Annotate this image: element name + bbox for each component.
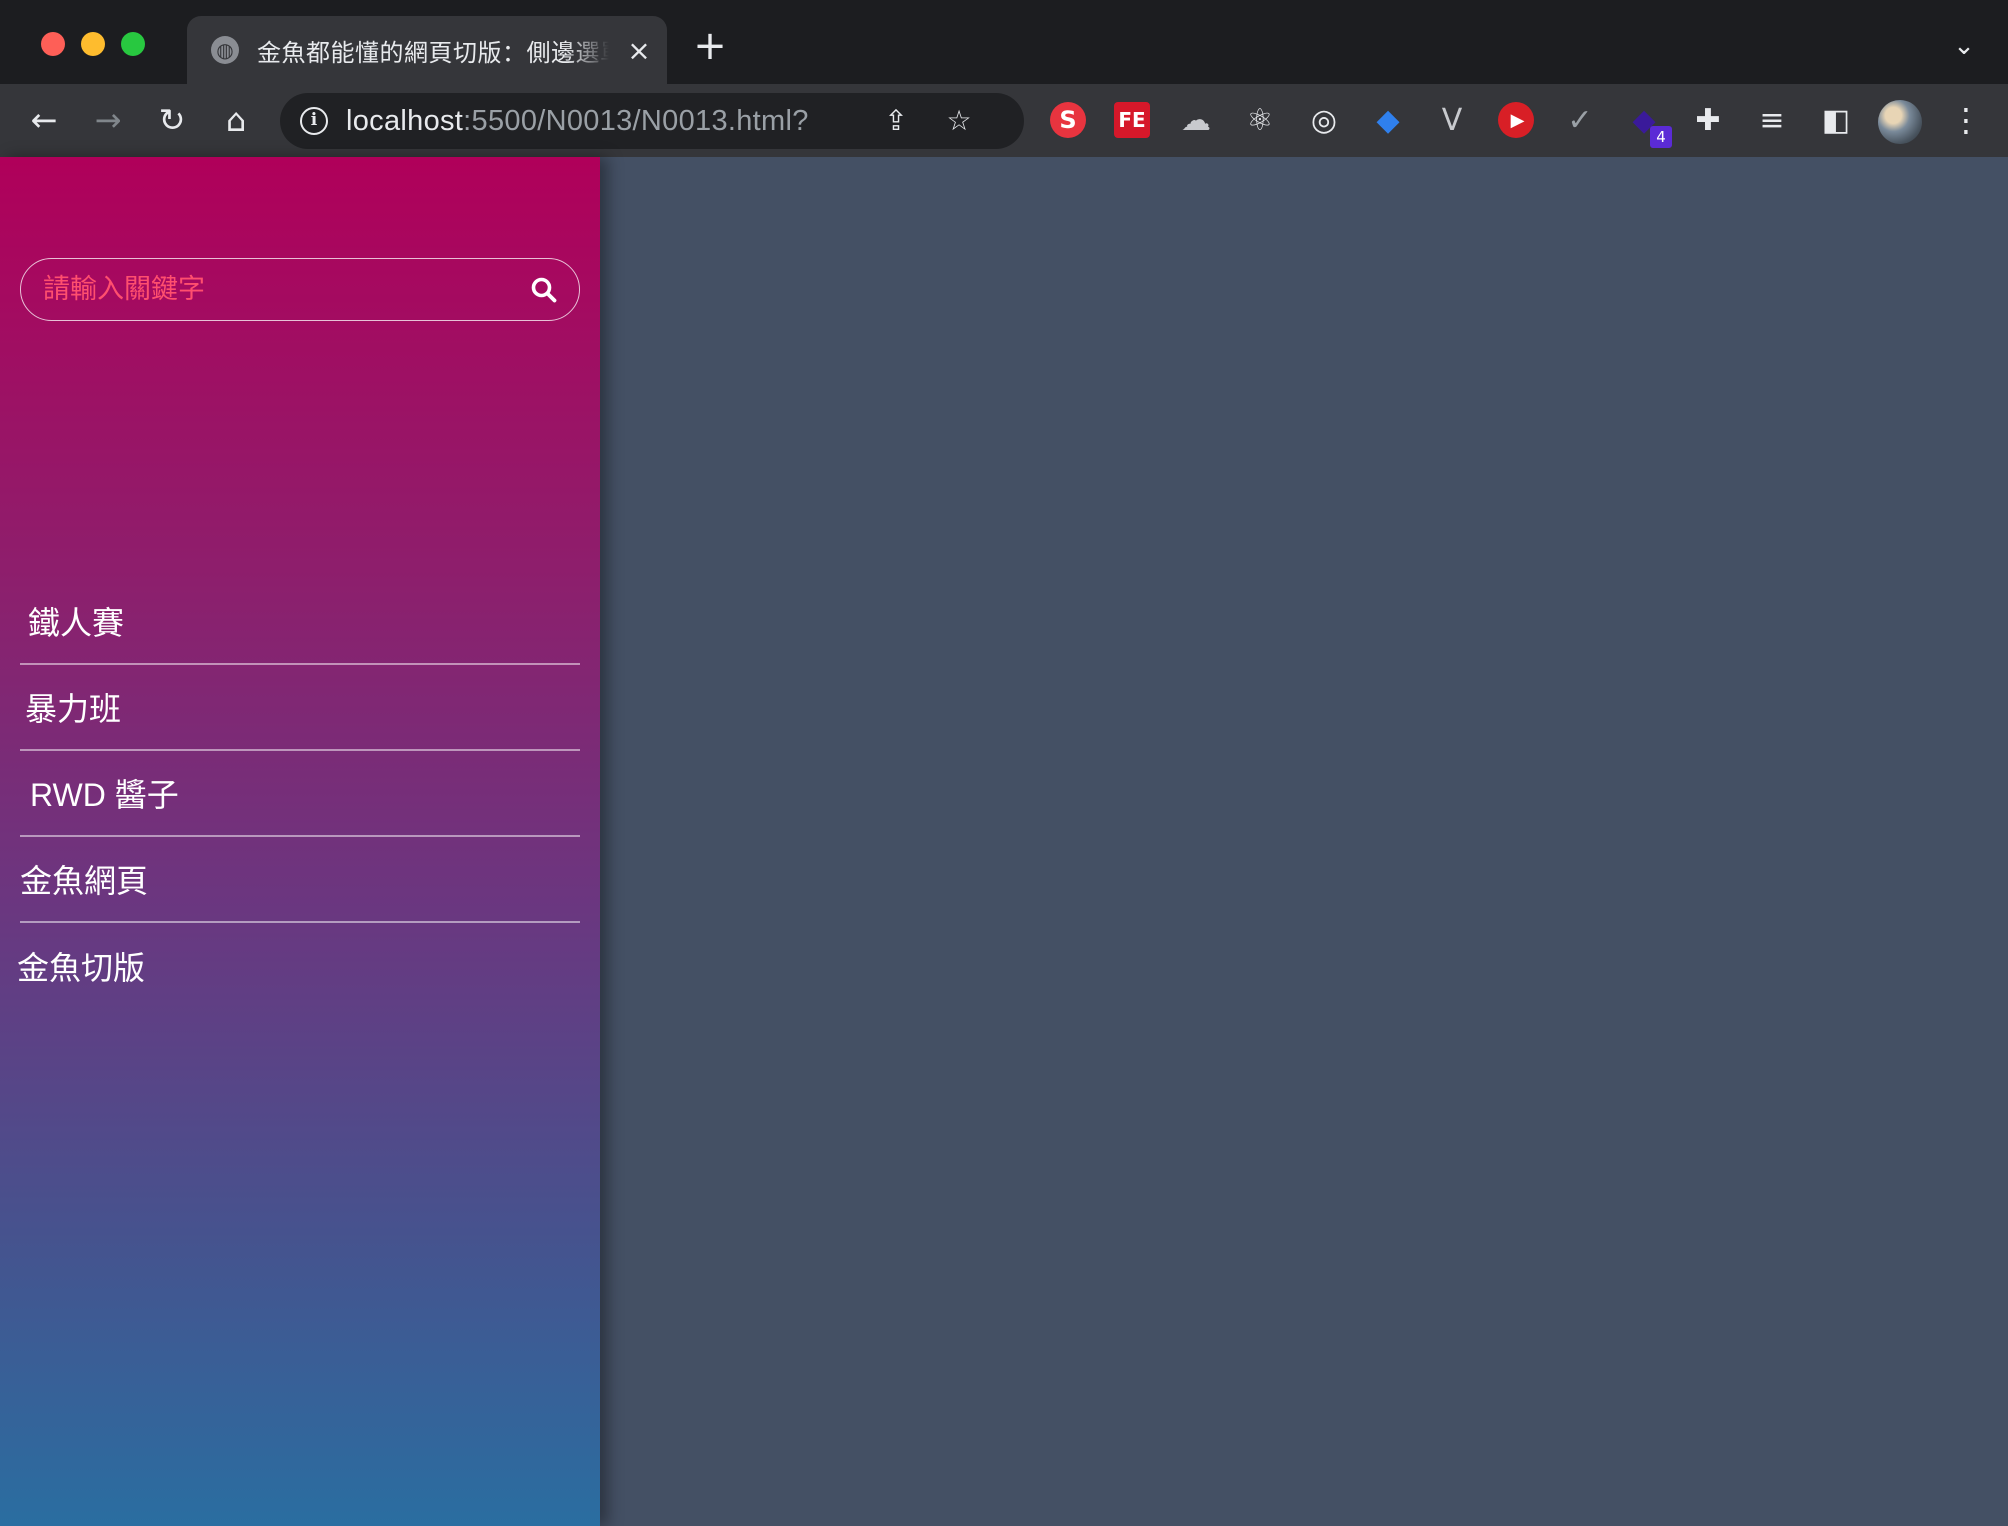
close-window-button[interactable] (41, 32, 65, 56)
side-panel-icon-glyph: ◧ (1821, 102, 1851, 138)
active-tab[interactable]: ◍ 金魚都能懂的網頁切版：側邊選單 × (187, 16, 667, 84)
extension-badge: 4 (1650, 126, 1672, 148)
sidebar-item-goldfish-layout[interactable]: 金魚切版 (17, 923, 580, 1009)
fe-extension-icon[interactable]: FE (1114, 102, 1150, 138)
url-text[interactable]: localhost:5500/N0013/N0013.html? (346, 105, 809, 138)
sidebar-item-goldfish-web[interactable]: 金魚網頁 (20, 837, 580, 923)
tab-strip: ◍ 金魚都能懂的網頁切版：側邊選單 × + ⌄ (0, 0, 2008, 84)
puzzle-extension-icon[interactable]: ✚ (1690, 102, 1726, 138)
vue-extension-icon[interactable]: V (1434, 102, 1470, 138)
search-button[interactable] (509, 259, 579, 320)
forward-button[interactable]: → (88, 100, 128, 140)
search-icon (531, 277, 557, 302)
tab-search-icon[interactable]: ⌄ (1948, 30, 1980, 62)
url-path: :5500/N0013/N0013.html? (463, 104, 809, 137)
s-extension-icon[interactable]: S (1050, 102, 1086, 138)
minimize-window-button[interactable] (81, 32, 105, 56)
page-viewport: 鐵人賽 暴力班 RWD 醬子 金魚網頁 金魚切版 (0, 157, 2008, 1526)
react-extension-icon-glyph: ⚛ (1246, 102, 1274, 138)
sidebar-menu: 鐵人賽 暴力班 RWD 醬子 金魚網頁 金魚切版 (17, 579, 580, 1009)
share-icon[interactable]: ⇪ (880, 105, 912, 137)
check-extension-icon[interactable]: ✓ (1562, 102, 1598, 138)
cloud-extension-icon[interactable]: ☁ (1178, 102, 1214, 138)
globe-icon: ◍ (211, 36, 239, 64)
side-panel-icon[interactable]: ◧ (1818, 102, 1854, 138)
profile-avatar[interactable] (1878, 100, 1922, 144)
browser-menu-icon[interactable]: ⋮ (1946, 100, 1986, 140)
tab-title: 金魚都能懂的網頁切版：側邊選單 (257, 39, 609, 67)
sidebar-item-bootcamp[interactable]: 暴力班 (20, 665, 580, 751)
fe-extension-icon-glyph: FE (1118, 108, 1146, 132)
sidebar-item-rwd[interactable]: RWD 醬子 (20, 751, 580, 837)
url-host: localhost (346, 104, 464, 137)
maximize-window-button[interactable] (121, 32, 145, 56)
s-extension-icon-glyph: S (1059, 106, 1077, 134)
gem-extension-icon-glyph: ◆ (1376, 102, 1400, 138)
puzzle-extension-icon-glyph: ✚ (1695, 102, 1721, 138)
home-button[interactable]: ⌂ (216, 100, 256, 140)
vue-extension-icon-glyph: V (1441, 102, 1463, 138)
browser-window: ◍ 金魚都能懂的網頁切版：側邊選單 × + ⌄ ← → ↻ ⌂ i localh… (0, 0, 2008, 1526)
reload-button[interactable]: ↻ (152, 100, 192, 140)
back-button[interactable]: ← (24, 100, 64, 140)
new-tab-button[interactable]: + (690, 26, 730, 66)
site-info-icon[interactable]: i (300, 107, 328, 135)
check-extension-icon-glyph: ✓ (1567, 102, 1593, 138)
bookmark-star-icon[interactable]: ☆ (943, 105, 975, 137)
search-input[interactable] (21, 259, 509, 320)
react-extension-icon[interactable]: ⚛ (1242, 102, 1278, 138)
browser-toolbar: ← → ↻ ⌂ i localhost:5500/N0013/N0013.htm… (0, 84, 2008, 157)
tab-close-icon[interactable]: × (625, 34, 653, 67)
sidebar: 鐵人賽 暴力班 RWD 醬子 金魚網頁 金魚切版 (0, 157, 600, 1526)
reading-list-icon[interactable]: ≡ (1754, 102, 1790, 138)
play-extension-icon[interactable]: ▶ (1498, 102, 1534, 138)
address-bar[interactable]: i localhost:5500/N0013/N0013.html? ⇪ ☆ (280, 93, 1024, 149)
search-box (20, 258, 580, 321)
play-extension-icon-glyph: ▶ (1510, 109, 1525, 131)
gem-extension-icon[interactable]: ◆ (1370, 102, 1406, 138)
sidebar-item-ironman[interactable]: 鐵人賽 (20, 579, 580, 665)
reading-list-icon-glyph: ≡ (1759, 102, 1785, 138)
cube-extension-icon[interactable]: ◆ 4 (1626, 102, 1672, 148)
target-extension-icon-glyph: ◎ (1310, 102, 1338, 138)
target-extension-icon[interactable]: ◎ (1306, 102, 1342, 138)
cloud-extension-icon-glyph: ☁ (1181, 102, 1211, 138)
